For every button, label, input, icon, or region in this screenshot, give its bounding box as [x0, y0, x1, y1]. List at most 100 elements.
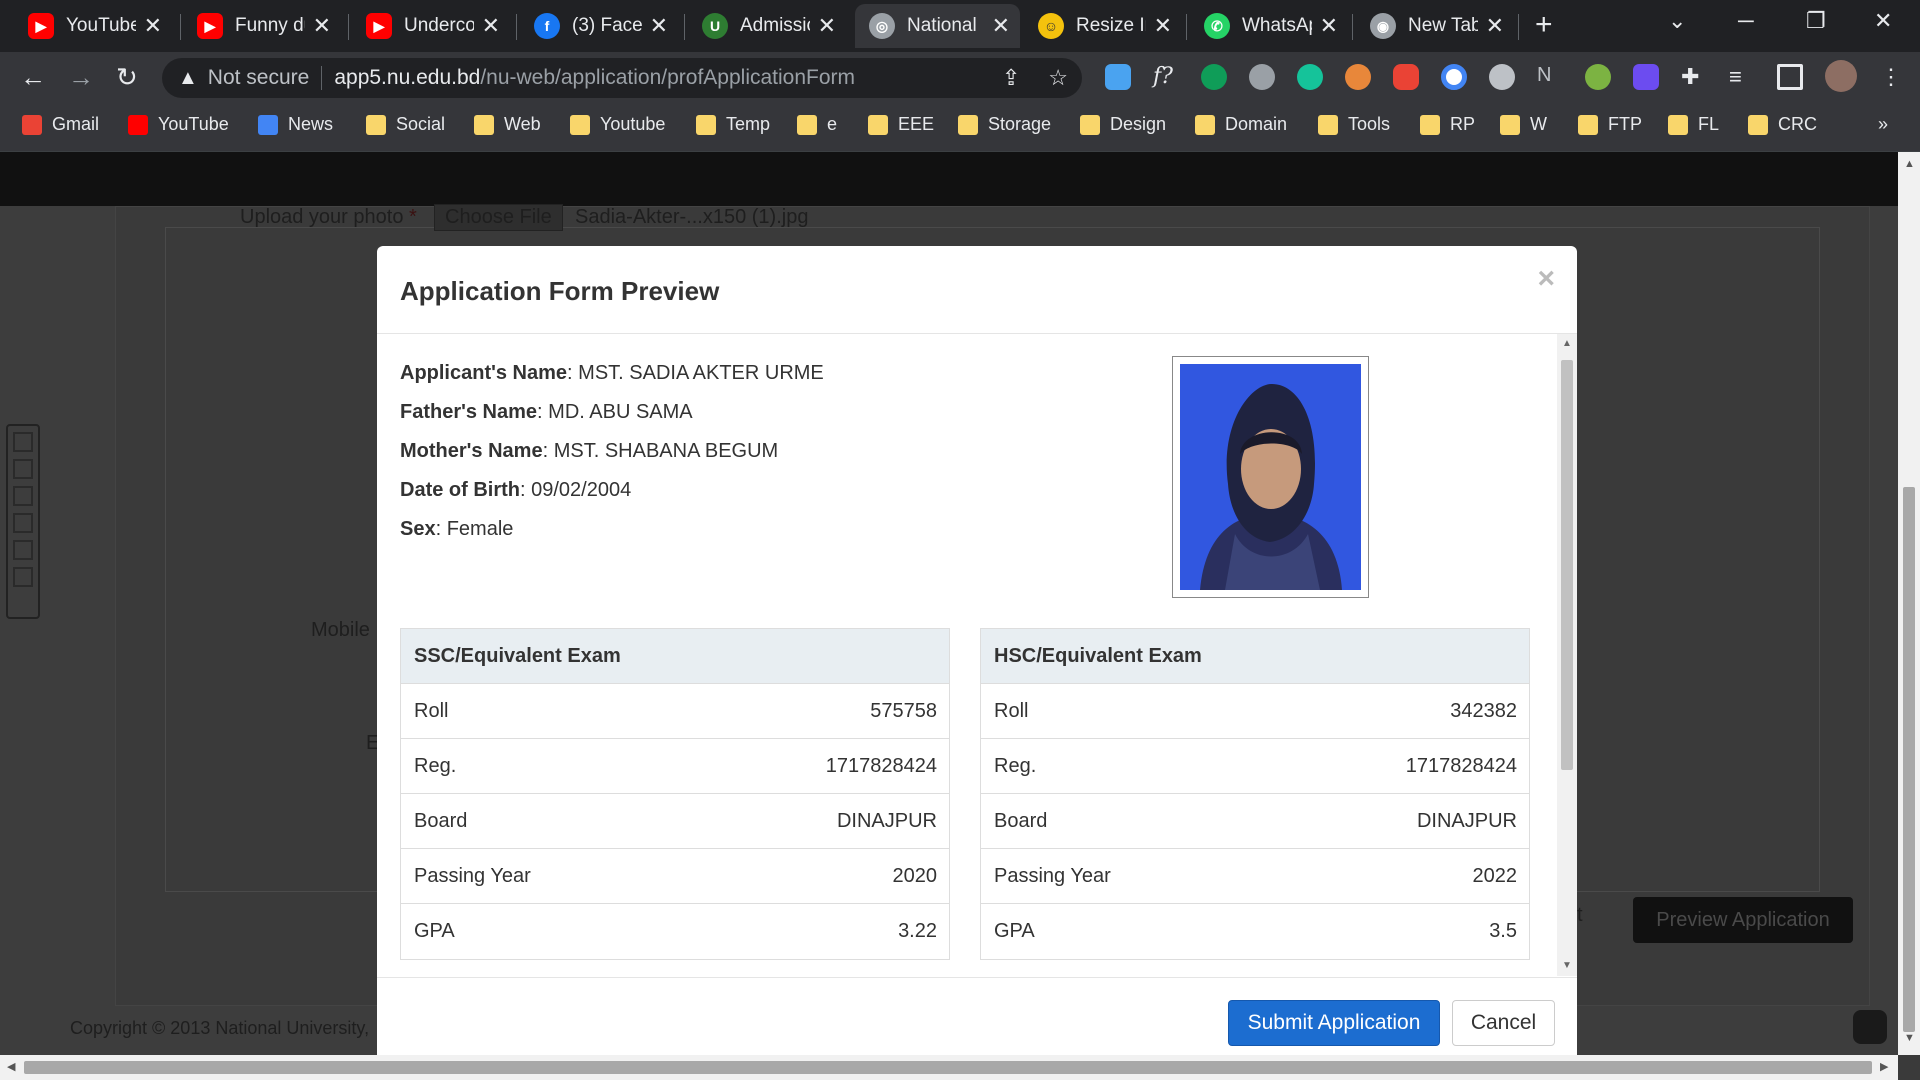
media-control-icon[interactable]: ≡	[1729, 64, 1755, 90]
bookmarks-bar: Gmail YouTube News Social Web Youtube Te…	[0, 102, 1920, 152]
bookmark-folder-temp[interactable]: Temp	[696, 114, 770, 135]
forward-arrow-icon[interactable]: →	[68, 62, 94, 93]
bookmark-folder-eee[interactable]: EEE	[868, 114, 934, 135]
scroll-up-icon[interactable]: ▲	[1562, 338, 1572, 349]
new-tab-button[interactable]: +	[1535, 8, 1553, 42]
bookmark-folder-crc[interactable]: CRC	[1748, 114, 1817, 135]
download-extension-icon[interactable]	[1105, 64, 1131, 90]
reload-icon[interactable]: ↻	[116, 62, 138, 93]
gmail-icon	[22, 114, 42, 135]
tab-youtube[interactable]: ▶ YouTube ✕	[14, 4, 172, 48]
folder-icon	[797, 114, 817, 135]
cookie-extension-icon[interactable]	[1345, 64, 1371, 90]
menu-dots-icon[interactable]: ⋮	[1880, 64, 1906, 90]
page-horizontal-scrollbar[interactable]: ◀ ▶	[0, 1055, 1898, 1080]
row-label: GPA	[414, 920, 455, 942]
share-icon[interactable]: ⇪	[1002, 65, 1020, 91]
address-bar[interactable]: ▲ Not secure app5.nu.edu.bd /nu-web/appl…	[162, 58, 1082, 98]
tab-funny[interactable]: ▶ Funny du ✕	[183, 4, 341, 48]
choose-file-button[interactable]: Choose File	[434, 204, 563, 231]
bookmark-folder-storage[interactable]: Storage	[958, 114, 1051, 135]
scroll-thumb[interactable]	[24, 1061, 1872, 1074]
n-extension-icon[interactable]: N	[1537, 64, 1563, 90]
star-icon[interactable]: ☆	[1048, 65, 1068, 91]
audio-extension-icon[interactable]	[1633, 64, 1659, 90]
close-icon[interactable]: ✕	[144, 13, 162, 39]
applicant-name-label: Applicant's Name	[400, 362, 568, 384]
table-row: Reg. 1717828424	[401, 739, 949, 794]
scroll-thumb[interactable]	[1903, 487, 1915, 1032]
profile-avatar[interactable]	[1825, 60, 1857, 92]
tab-facebook[interactable]: f (3) Faceb ✕	[520, 4, 678, 48]
more-bookmarks-chevron[interactable]: »	[1878, 114, 1888, 135]
restore-button[interactable]: ❐	[1806, 8, 1826, 34]
close-icon[interactable]: ✕	[313, 13, 331, 39]
table-row: Reg. 1717828424	[981, 739, 1529, 794]
modal-scrollbar[interactable]: ▲ ▼	[1557, 334, 1577, 976]
tab-whatsapp[interactable]: ✆ WhatsAp ✕	[1190, 4, 1348, 48]
tab-admission[interactable]: U Admissic ✕	[688, 4, 846, 48]
bookmark-label: Social	[396, 114, 446, 134]
close-icon[interactable]: ✕	[1154, 13, 1172, 39]
folder-icon	[868, 114, 888, 135]
bookmark-folder-w[interactable]: W	[1500, 114, 1547, 135]
meet-extension-icon[interactable]	[1201, 64, 1227, 90]
scroll-up-icon[interactable]: ▲	[1904, 158, 1915, 170]
close-window-button[interactable]: ✕	[1874, 8, 1892, 34]
close-icon[interactable]: ✕	[482, 13, 500, 39]
side-panel-icon[interactable]	[1777, 64, 1803, 90]
chat-widget-icon[interactable]	[1853, 1010, 1887, 1044]
bookmark-folder-e[interactable]: e	[797, 114, 837, 135]
bookmark-folder-design[interactable]: Design	[1080, 114, 1166, 135]
date-of-birth-value: 09/02/2004	[531, 479, 632, 501]
bookmark-gmail[interactable]: Gmail	[22, 114, 99, 135]
circle-extension-icon[interactable]	[1441, 64, 1467, 90]
tab-new-tab[interactable]: ◉ New Tab ✕	[1356, 4, 1514, 48]
row-label: Reg.	[414, 754, 457, 777]
grammarly-icon[interactable]	[1297, 64, 1323, 90]
close-icon[interactable]: ✕	[650, 13, 668, 39]
bookmark-folder-social[interactable]: Social	[366, 114, 445, 135]
table-row: GPA 3.22	[401, 904, 949, 959]
bookmark-folder-web[interactable]: Web	[474, 114, 541, 135]
globe-extension-icon[interactable]	[1249, 64, 1275, 90]
page-vertical-scrollbar[interactable]: ▲ ▼	[1898, 152, 1920, 1055]
tab-resize[interactable]: ☺ Resize In ✕	[1024, 4, 1182, 48]
table-row: Board DINAJPUR	[981, 794, 1529, 849]
scroll-thumb[interactable]	[1561, 360, 1573, 770]
submit-application-button[interactable]: Submit Application	[1228, 1000, 1440, 1046]
bookmark-youtube[interactable]: YouTube	[128, 114, 229, 135]
puzzle-icon[interactable]: ✚	[1681, 64, 1707, 90]
close-icon[interactable]: ✕	[1486, 13, 1504, 39]
close-icon[interactable]: ✕	[1320, 13, 1338, 39]
bookmark-news[interactable]: News	[258, 114, 333, 135]
minimize-button[interactable]: ─	[1738, 8, 1754, 34]
scroll-down-icon[interactable]: ▼	[1562, 960, 1572, 971]
modal-header: Application Form Preview ×	[377, 246, 1577, 334]
back-arrow-icon[interactable]: ←	[20, 62, 46, 93]
folder-icon	[1080, 114, 1100, 135]
tab-national[interactable]: ◎ National ✕	[855, 4, 1020, 48]
cancel-button[interactable]: Cancel	[1452, 1000, 1555, 1046]
close-icon[interactable]: ✕	[818, 13, 836, 39]
preview-application-button[interactable]: Preview Application	[1633, 897, 1853, 943]
close-icon[interactable]: ×	[1537, 262, 1555, 296]
bookmark-folder-ftp[interactable]: FTP	[1578, 114, 1642, 135]
adblock-icon[interactable]	[1393, 64, 1419, 90]
close-icon[interactable]: ✕	[992, 13, 1010, 39]
scroll-left-icon[interactable]: ◀	[7, 1060, 15, 1073]
map-extension-icon[interactable]	[1585, 64, 1611, 90]
bookmark-folder-domain[interactable]: Domain	[1195, 114, 1287, 135]
tab-search-icon[interactable]: ⌄	[1668, 8, 1686, 34]
scroll-right-icon[interactable]: ▶	[1880, 1060, 1888, 1073]
bookmark-folder-fl[interactable]: FL	[1668, 114, 1719, 135]
applicant-photo	[1180, 364, 1361, 590]
tab-undercover[interactable]: ▶ Underco ✕	[352, 4, 510, 48]
scroll-down-icon[interactable]: ▼	[1904, 1032, 1915, 1044]
bookmark-folder-rp[interactable]: RP	[1420, 114, 1475, 135]
function-extension-icon[interactable]: f?	[1153, 64, 1179, 90]
not-secure-label[interactable]: Not secure	[208, 66, 310, 90]
bookmark-folder-tools[interactable]: Tools	[1318, 114, 1390, 135]
spy-extension-icon[interactable]	[1489, 64, 1515, 90]
bookmark-folder-youtube[interactable]: Youtube	[570, 114, 665, 135]
